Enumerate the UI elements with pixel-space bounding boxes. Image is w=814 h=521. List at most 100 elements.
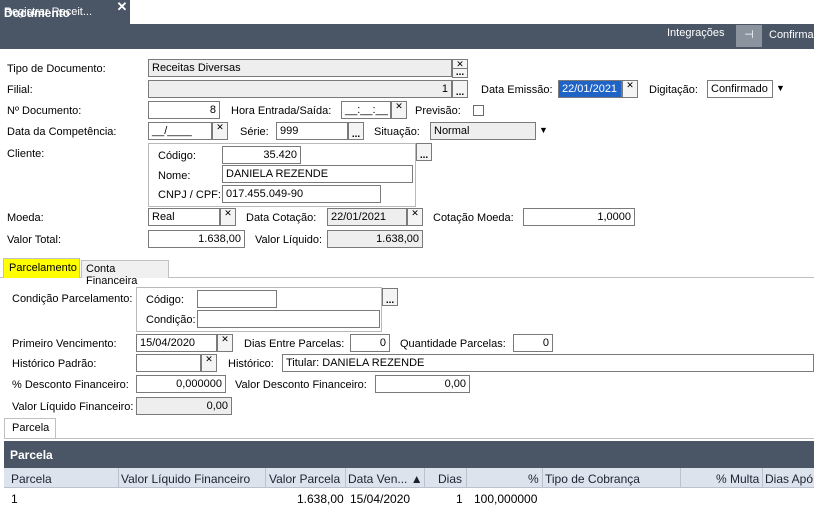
tab-conta-financeira[interactable]: Conta Financeira (81, 260, 169, 287)
cell-percent[interactable]: 100,000000 (474, 492, 537, 506)
col-divider (762, 468, 763, 488)
situacao-select[interactable]: Normal (430, 122, 551, 140)
col-multa[interactable]: % Multa (716, 472, 759, 486)
moeda-lookup-icon[interactable]: ✕ (220, 208, 236, 226)
chevron-down-icon[interactable]: ▼ (772, 80, 788, 98)
historico-padrao-field[interactable] (136, 354, 201, 372)
vencimento-calendar-icon[interactable]: ✕ (217, 334, 233, 352)
moeda-label: Moeda: (7, 212, 44, 224)
pin-icon[interactable]: ⊣ (736, 25, 762, 47)
historico-label: Histórico: (228, 358, 274, 370)
historico-field[interactable]: Titular: DANIELA REZENDE (282, 354, 814, 372)
desc-financeiro-field[interactable]: 0,000000 (136, 375, 226, 393)
hora-entrada-field[interactable]: __:__:__ (341, 101, 391, 119)
filial-field[interactable]: 1 (148, 80, 452, 98)
cell-parcela[interactable]: 1 (11, 492, 18, 506)
condicao-parcelamento-label: Condição Parcelamento: (12, 293, 133, 305)
cell-dias[interactable]: 1 (456, 492, 463, 506)
time-clear-icon[interactable]: ✕ (391, 101, 407, 119)
previsao-checkbox[interactable] (473, 105, 484, 116)
condicao-codigo-label: Código: (146, 294, 184, 306)
cliente-codigo-field[interactable]: 35.420 (222, 146, 301, 164)
cliente-label: Cliente: (7, 148, 45, 160)
cotacao-calendar-icon[interactable]: ✕ (407, 208, 423, 226)
valor-liq-financeiro-label: Valor Líquido Financeiro: (12, 401, 134, 413)
col-divider (265, 468, 266, 488)
col-divider (345, 468, 346, 488)
cell-valor-parcela[interactable]: 1.638,00 (297, 492, 344, 506)
cliente-cnpj-label: CNPJ / CPF: (158, 189, 221, 201)
data-competencia-label: Data da Competência: (7, 126, 117, 138)
condicao-lookup-icon[interactable]: ... (382, 288, 398, 306)
serie-field[interactable]: 999 (276, 122, 348, 140)
tab-parcela[interactable]: Parcela (4, 418, 56, 438)
col-percent[interactable]: % (528, 472, 539, 486)
condicao-codigo-field[interactable] (197, 290, 277, 308)
cliente-cnpj-field[interactable]: 017.455.049-90 (222, 185, 381, 203)
cliente-codigo-label: Código: (158, 150, 196, 162)
valor-total-label: Valor Total: (7, 234, 62, 246)
dias-entre-label: Dias Entre Parcelas: (244, 338, 345, 350)
cotacao-moeda-label: Cotação Moeda: (433, 212, 514, 224)
valor-desc-financeiro-field[interactable]: 0,00 (375, 375, 470, 393)
col-parcela[interactable]: Parcela (11, 472, 52, 486)
condicao-condicao-label: Condição: (146, 314, 196, 326)
col-valor-parcela[interactable]: Valor Parcela (269, 472, 340, 486)
data-emissao-field[interactable]: 22/01/2021 (558, 80, 622, 98)
situacao-label: Situação: (374, 126, 420, 138)
valor-total-field[interactable]: 1.638,00 (148, 230, 245, 248)
valor-desc-financeiro-label: Valor Desconto Financeiro: (235, 379, 367, 391)
valor-liq-financeiro-field[interactable]: 0,00 (136, 397, 232, 415)
serie-lookup-icon[interactable]: ... (348, 122, 364, 140)
col-divider (118, 468, 119, 488)
cell-data-vencimento[interactable]: 15/04/2020 (350, 492, 410, 506)
qtd-parcelas-field[interactable]: 0 (513, 334, 553, 352)
num-documento-field[interactable]: 8 (148, 101, 220, 119)
primeiro-vencimento-label: Primeiro Vencimento: (12, 338, 117, 350)
filial-lookup-icon[interactable]: ... (452, 80, 468, 98)
valor-liquido-field[interactable]: 1.638,00 (327, 230, 423, 248)
page-title: Documento (4, 6, 70, 20)
col-divider (424, 468, 425, 488)
historico-padrao-label: Histórico Padrão: (12, 358, 97, 370)
cliente-lookup-icon[interactable]: ... (416, 143, 432, 161)
previsao-label: Previsão: (415, 105, 461, 117)
lookup-icon[interactable]: ... (452, 68, 468, 78)
col-data-vencimento[interactable]: Data Ven... ▲ (348, 472, 423, 486)
situacao-chevron-down-icon[interactable]: ▼ (535, 122, 551, 140)
data-cotacao-field[interactable]: 22/01/2021 (327, 208, 407, 226)
tipo-documento-label: Tipo de Documento: (7, 63, 106, 75)
col-divider (680, 468, 681, 488)
filial-label: Filial: (7, 84, 33, 96)
data-emissao-label: Data Emissão: (481, 84, 553, 96)
competencia-calendar-icon[interactable]: ✕ (212, 122, 228, 140)
digitacao-label: Digitação: (649, 84, 698, 96)
tipo-documento-field[interactable]: Receitas Diversas (148, 59, 452, 77)
col-valor-liquido-financeiro[interactable]: Valor Líquido Financeiro (121, 472, 250, 486)
desc-financeiro-label: % Desconto Financeiro: (12, 379, 129, 391)
serie-label: Série: (240, 126, 269, 138)
calendar-icon[interactable]: ✕ (622, 80, 638, 98)
dias-entre-field[interactable]: 0 (350, 334, 390, 352)
integracoes-button[interactable]: Integrações (667, 27, 724, 39)
close-icon[interactable]: ✕ (114, 0, 130, 16)
col-divider (466, 468, 467, 488)
historico-lookup-icon[interactable]: ✕ (201, 354, 217, 372)
condicao-condicao-field[interactable] (197, 310, 380, 328)
moeda-field[interactable]: Real (148, 208, 220, 226)
qtd-parcelas-label: Quantidade Parcelas: (400, 338, 506, 350)
data-competencia-field[interactable]: __/____ (148, 122, 212, 140)
col-dias[interactable]: Dias (438, 472, 462, 486)
confirmar-button[interactable]: Confirmar (769, 29, 814, 41)
primeiro-vencimento-field[interactable]: 15/04/2020 (136, 334, 217, 352)
hora-entrada-label: Hora Entrada/Saída: (231, 105, 332, 117)
col-tipo-cobranca[interactable]: Tipo de Cobrança (545, 472, 640, 486)
cotacao-moeda-field[interactable]: 1,0000 (523, 208, 635, 226)
grid-title: Parcela (4, 441, 814, 468)
cliente-nome-field[interactable]: DANIELA REZENDE (222, 165, 413, 183)
num-documento-label: Nº Documento: (7, 105, 82, 117)
valor-liquido-label: Valor Líquido: (255, 234, 323, 246)
col-dias-apos[interactable]: Dias Apó (765, 472, 813, 486)
data-cotacao-label: Data Cotação: (246, 212, 317, 224)
tab-parcelamento[interactable]: Parcelamento (3, 258, 80, 278)
